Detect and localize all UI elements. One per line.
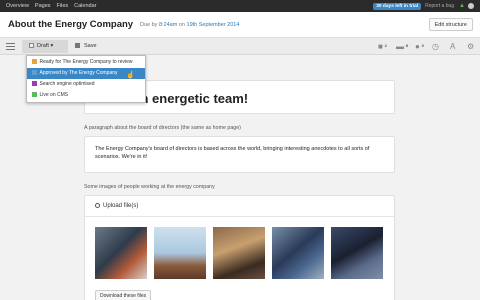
users-icon[interactable]: ● 0	[415, 41, 424, 52]
paragraph-section-label: A paragraph about the board of directors…	[84, 125, 241, 131]
nav-files[interactable]: Files	[57, 3, 69, 9]
status-swatch	[32, 70, 37, 75]
images-section-label: Some images of people working at the ene…	[84, 184, 215, 190]
page-header: About the Energy Company Due by 8:24am o…	[0, 12, 480, 38]
status-dropdown: Ready for The Energy Company to review A…	[26, 55, 146, 103]
upload-label: Upload file(s)	[103, 203, 139, 209]
status-swatch	[32, 81, 37, 86]
trash-icon[interactable]: ■ 2	[378, 41, 387, 52]
nav-overview[interactable]: Overview	[6, 3, 29, 9]
draft-status-button[interactable]: Draft ▾	[22, 40, 68, 53]
dropdown-item-live[interactable]: Live on CMS	[27, 90, 145, 101]
upload-button[interactable]: Upload file(s)	[95, 203, 138, 209]
menu-icon[interactable]	[6, 43, 15, 50]
comments-icon[interactable]: ▬ 8	[396, 41, 408, 52]
photo-thumbnail[interactable]	[213, 227, 265, 279]
paragraph-block[interactable]: The Energy Company's board of directors …	[84, 136, 395, 173]
signal-icon: ▲	[459, 3, 465, 9]
toolbar: Draft ▾ Save ■ 2 ▬ 8 ● 0 ◷ A ⚙	[0, 38, 480, 55]
download-files-button[interactable]: Download these files	[95, 290, 152, 300]
text-icon[interactable]: A	[450, 41, 455, 52]
divider	[85, 216, 394, 217]
photo-thumbnail[interactable]	[272, 227, 324, 279]
due-date[interactable]: 19th September 2014	[187, 22, 240, 28]
photo-thumbnail[interactable]	[331, 227, 383, 279]
edit-structure-button[interactable]: Edit structure	[428, 18, 473, 31]
due-info: Due by 8:24am on 19th September 2014	[140, 22, 239, 28]
dropdown-item-label: Search engine optimised	[39, 81, 95, 87]
trial-badge[interactable]: 30 days left in trial	[373, 2, 422, 10]
top-nav: Overview Pages Files Calendar 30 days le…	[0, 0, 480, 12]
clock-icon[interactable]: ◷	[432, 41, 439, 52]
draft-label: Draft	[37, 43, 49, 49]
save-button[interactable]: Save	[73, 40, 97, 53]
dropdown-item-review[interactable]: Ready for The Energy Company to review	[27, 57, 145, 68]
due-prefix: Due by	[140, 22, 158, 28]
nav-pages[interactable]: Pages	[35, 3, 51, 9]
dropdown-item-label: Approved by The Energy Company	[39, 70, 118, 76]
photo-thumbnail[interactable]	[95, 227, 147, 279]
save-label: Save	[84, 43, 97, 49]
paragraph-text[interactable]: The Energy Company's board of directors …	[95, 145, 385, 161]
save-icon	[75, 43, 80, 48]
due-on: on	[178, 22, 185, 28]
upload-icon	[95, 203, 100, 208]
dropdown-item-approved[interactable]: Approved by The Energy Company ☝	[27, 68, 145, 79]
status-swatch	[32, 59, 37, 64]
badge-count: 8	[405, 43, 408, 48]
status-swatch	[32, 92, 37, 97]
due-time[interactable]: 8:24am	[159, 22, 177, 28]
document-icon	[29, 43, 34, 48]
dropdown-item-label: Ready for The Energy Company to review	[39, 59, 133, 65]
page-title: About the Energy Company	[8, 19, 134, 30]
dropdown-item-label: Live on CMS	[39, 92, 69, 98]
nav-calendar[interactable]: Calendar	[74, 3, 96, 9]
photo-thumbnail[interactable]	[154, 227, 206, 279]
gear-icon[interactable]: ⚙	[467, 41, 474, 52]
pointer-cursor-icon: ☝	[126, 72, 135, 79]
report-bug-link[interactable]: Report a bug	[425, 3, 454, 9]
user-avatar[interactable]	[468, 3, 474, 9]
images-block: Upload file(s) Download these files	[84, 195, 395, 300]
badge-count: 0	[421, 43, 424, 48]
badge-count: 2	[384, 43, 387, 48]
